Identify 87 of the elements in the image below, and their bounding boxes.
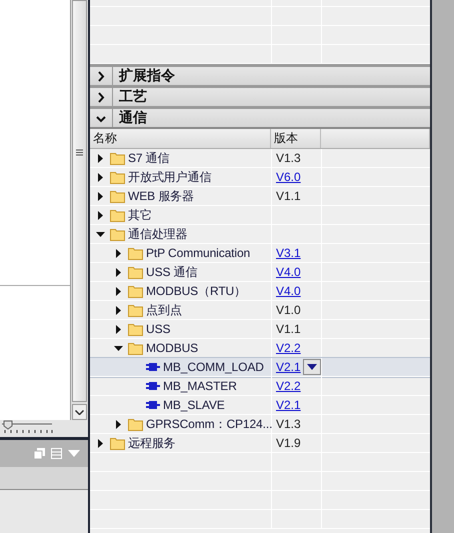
expand-arrow-icon[interactable] <box>114 268 123 276</box>
tree-row[interactable]: WEB 服务器 V1.1 <box>90 187 430 206</box>
tree-row[interactable]: PtP Communication V3.1 <box>90 244 430 263</box>
folder-icon <box>128 304 143 316</box>
tree-row[interactable]: MB_SLAVE V2.1 <box>90 396 430 415</box>
expand-arrow-icon[interactable] <box>114 324 123 334</box>
version-link[interactable]: V3.1 <box>276 246 301 260</box>
slider-thumb[interactable] <box>4 420 12 430</box>
version-link[interactable]: V2.2 <box>276 379 301 393</box>
folder-icon <box>110 152 125 164</box>
version-text: V1.1 <box>276 322 301 336</box>
item-name: 点到点 <box>146 302 182 318</box>
tree-row[interactable]: 远程服务 V1.9 <box>90 434 430 453</box>
item-name: USS 通信 <box>146 264 198 280</box>
expand-arrow-icon[interactable] <box>96 172 105 182</box>
tree-row[interactable]: S7 通信 V1.3 <box>90 149 430 168</box>
tree-row[interactable]: 开放式用户通信 V6.0 <box>90 168 430 187</box>
version-link[interactable]: V2.1 <box>276 398 301 412</box>
tree-row[interactable]: 其它 <box>90 206 430 225</box>
version-link[interactable]: V2.2 <box>276 341 301 355</box>
item-name: S7 通信 <box>128 150 170 166</box>
version-text: V1.0 <box>276 303 301 317</box>
caret-icon <box>307 364 317 370</box>
folder-icon <box>128 246 143 260</box>
section-header[interactable]: 扩展指令 <box>90 64 430 85</box>
item-name: MB_MASTER <box>163 379 237 393</box>
expand-arrow-icon[interactable] <box>114 306 123 314</box>
zoom-slider[interactable] <box>2 420 54 434</box>
scroll-down-button[interactable] <box>72 404 87 420</box>
version-link[interactable]: V2.1 <box>276 360 301 374</box>
version-link[interactable]: V6.0 <box>276 170 301 184</box>
block-icon <box>146 400 160 410</box>
folder-icon <box>110 436 125 450</box>
grip-icon <box>76 149 83 156</box>
tree-row[interactable]: 点到点 V1.0 <box>90 301 430 320</box>
expand-arrow-icon[interactable] <box>114 286 123 296</box>
item-name: USS <box>146 322 170 336</box>
block-icon <box>146 381 160 391</box>
version-link[interactable]: V4.0 <box>276 265 301 279</box>
expand-arrow-icon[interactable] <box>114 420 123 428</box>
section-header[interactable]: 通信 <box>90 106 430 127</box>
block-icon <box>146 362 160 372</box>
expand-arrow-icon[interactable] <box>96 438 105 448</box>
scrollbar-thumb[interactable] <box>72 0 87 402</box>
item-name: PtP Communication <box>146 246 250 260</box>
version-text: V1.3 <box>276 417 301 431</box>
item-name: MB_COMM_LOAD <box>163 360 264 374</box>
chevron-down-icon <box>75 410 84 414</box>
collapse-arrow-icon[interactable] <box>114 344 123 352</box>
column-header[interactable]: 版本 <box>271 129 321 148</box>
tree-row[interactable]: MODBUS（RTU） V4.0 <box>90 282 430 301</box>
folder-icon <box>128 322 143 336</box>
folder-icon <box>110 228 125 240</box>
version-text: V1.1 <box>276 189 301 203</box>
item-name: 开放式用户通信 <box>128 168 212 186</box>
version-text: V1.3 <box>276 151 301 165</box>
folder-icon <box>110 190 125 202</box>
item-name: 其它 <box>128 206 152 224</box>
item-name: 远程服务 <box>128 434 176 452</box>
tree-row[interactable]: 通信处理器 <box>90 225 430 244</box>
item-name: WEB 服务器 <box>128 188 194 204</box>
expand-arrow-icon[interactable] <box>96 192 105 200</box>
expand-arrow-icon[interactable] <box>114 248 123 258</box>
version-link[interactable]: V4.0 <box>276 284 301 298</box>
expand-arrow-icon[interactable] <box>96 210 105 220</box>
item-name: 通信处理器 <box>128 226 188 242</box>
section-header[interactable]: 工艺 <box>90 85 430 106</box>
folder-icon <box>128 418 143 430</box>
item-name: GPRSComm：CP124... <box>146 416 272 432</box>
tree-row[interactable]: USS V1.1 <box>90 320 430 339</box>
tree-row[interactable]: MB_COMM_LOAD V2.1 <box>90 358 430 377</box>
item-name: MB_SLAVE <box>163 398 225 412</box>
expand-arrow-icon[interactable] <box>96 154 105 162</box>
tree-row[interactable]: MB_MASTER V2.2 <box>90 377 430 396</box>
folder-icon <box>110 170 125 184</box>
tree-row[interactable]: GPRSComm：CP124... V1.3 <box>90 415 430 434</box>
folder-icon <box>128 342 143 354</box>
folder-icon <box>128 284 143 298</box>
column-header[interactable]: 名称 <box>90 129 271 148</box>
folder-icon <box>128 266 143 278</box>
item-name: MODBUS <box>146 341 198 355</box>
item-name: MODBUS（RTU） <box>146 282 246 300</box>
version-dropdown[interactable] <box>303 359 321 375</box>
collapse-arrow-icon[interactable] <box>96 230 105 238</box>
folder-icon <box>110 208 125 222</box>
version-text: V1.9 <box>276 436 301 450</box>
tree-row[interactable]: USS 通信 V4.0 <box>90 263 430 282</box>
